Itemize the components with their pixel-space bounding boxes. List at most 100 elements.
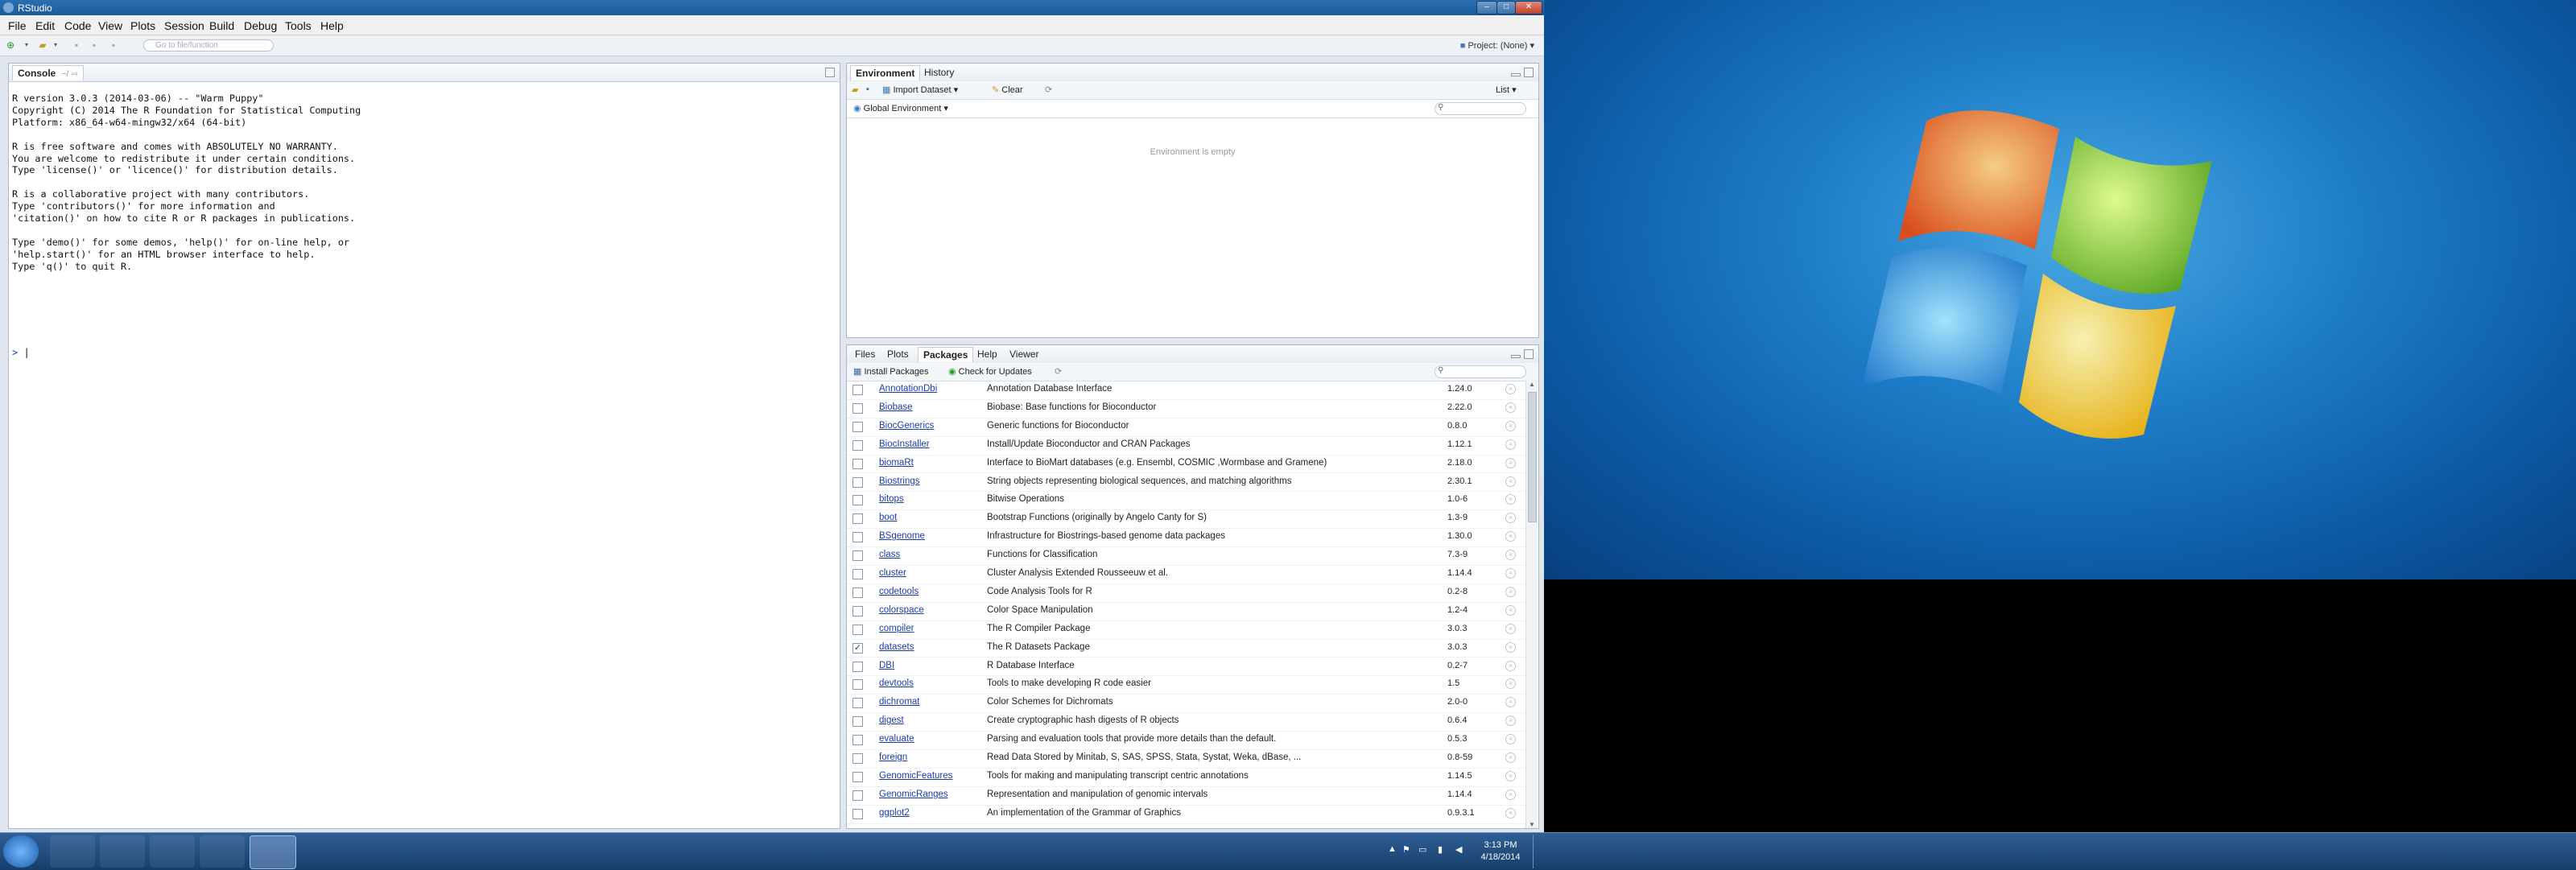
print-icon[interactable]: ▪ [108,39,119,51]
internet-explorer-icon[interactable] [50,835,95,868]
tab-plots[interactable]: Plots [882,347,914,361]
remove-package-icon[interactable]: × [1505,586,1516,597]
menu-edit[interactable]: Edit [35,19,55,32]
minimize-button[interactable]: – [1476,1,1497,14]
package-load-checkbox[interactable] [852,439,863,451]
rstudio-taskbar-icon[interactable] [250,835,296,869]
open-recent-dropdown-icon[interactable]: ▾ [50,39,61,51]
package-name-link[interactable]: devtools [879,678,914,688]
remove-package-icon[interactable]: × [1505,678,1516,690]
package-load-checkbox[interactable] [852,624,863,635]
menu-session[interactable]: Session [164,19,204,32]
menu-debug[interactable]: Debug [244,19,277,32]
package-name-link[interactable]: boot [879,513,897,522]
package-name-link[interactable]: GenomicRanges [879,790,948,799]
remove-package-icon[interactable]: × [1505,660,1516,671]
go-to-file-input[interactable]: Go to file/function [143,39,274,52]
volume-icon[interactable]: ◀ [1455,844,1462,855]
package-load-checkbox[interactable] [852,698,863,709]
system-clock[interactable]: 3:13 PM 4/18/2014 [1476,839,1525,864]
remove-package-icon[interactable]: × [1505,494,1516,505]
remove-package-icon[interactable]: × [1505,789,1516,800]
refresh-packages-icon[interactable]: ⟳ [1055,366,1062,377]
scroll-up-icon[interactable]: ▲ [1529,381,1535,388]
tab-packages[interactable]: Packages [918,347,974,362]
package-name-link[interactable]: Biobase [879,402,913,412]
packages-scrollbar[interactable]: ▲ ▼ [1525,381,1538,828]
env-minimize-icon[interactable] [1511,73,1521,76]
save-workspace-icon[interactable]: ▪ [866,85,869,94]
package-name-link[interactable]: BiocInstaller [879,439,930,449]
package-load-checkbox[interactable] [852,532,863,543]
package-load-checkbox[interactable] [852,513,863,525]
menu-code[interactable]: Code [64,19,91,32]
remove-package-icon[interactable]: × [1505,476,1516,487]
package-name-link[interactable]: AnnotationDbi [879,384,937,394]
tab-viewer[interactable]: Viewer [1005,347,1043,361]
package-name-link[interactable]: foreign [879,752,907,762]
package-load-checkbox[interactable] [852,587,863,598]
remove-package-icon[interactable]: × [1505,550,1516,561]
package-load-checkbox[interactable] [852,808,863,819]
network-icon[interactable]: ▮ [1438,844,1443,855]
pkg-minimize-icon[interactable] [1511,355,1521,358]
package-name-link[interactable]: dichromat [879,697,920,707]
package-load-checkbox[interactable] [852,385,863,395]
keyboard-icon[interactable]: ▭ [1418,844,1426,855]
start-button[interactable] [3,835,39,868]
pkg-maximize-icon[interactable] [1524,349,1534,359]
remove-package-icon[interactable]: × [1505,641,1516,653]
package-load-checkbox[interactable] [852,458,863,469]
import-dataset-button[interactable]: ▦ Import Dataset ▾ [882,85,958,95]
remove-package-icon[interactable]: × [1505,604,1516,616]
package-name-link[interactable]: evaluate [879,734,914,744]
remove-package-icon[interactable]: × [1505,513,1516,524]
package-name-link[interactable]: Biostrings [879,476,920,486]
global-environment-dropdown[interactable]: ◉ Global Environment ▾ [853,103,948,113]
list-mode-dropdown[interactable]: List ▾ [1496,85,1517,95]
clear-button[interactable]: ✎ Clear [992,85,1023,95]
package-name-link[interactable]: BiocGenerics [879,421,934,431]
remove-package-icon[interactable]: × [1505,531,1516,542]
show-desktop-button[interactable] [1533,835,1543,868]
package-load-checkbox[interactable] [852,716,863,728]
packages-search-input[interactable]: ⚲ [1435,365,1526,378]
menu-view[interactable]: View [98,19,122,32]
package-load-checkbox[interactable]: ✓ [852,642,863,654]
package-load-checkbox[interactable] [852,495,863,506]
project-menu[interactable]: ■ Project: (None) ▾ [1460,40,1534,51]
package-load-checkbox[interactable] [852,753,863,764]
package-name-link[interactable]: biomaRt [879,458,914,468]
tab-history[interactable]: History [919,65,959,80]
package-name-link[interactable]: colorspace [879,605,924,615]
new-file-icon[interactable]: ⊕ [5,39,16,51]
package-load-checkbox[interactable] [852,476,863,488]
remove-package-icon[interactable]: × [1505,568,1516,579]
install-packages-button[interactable]: ▦ Install Packages [853,366,929,377]
chrome-icon[interactable] [200,835,245,868]
show-hidden-icons-icon[interactable]: ▲ [1388,844,1397,854]
package-name-link[interactable]: DBI [879,661,894,670]
action-center-icon[interactable]: ⚑ [1402,844,1410,855]
remove-package-icon[interactable]: × [1505,734,1516,745]
package-load-checkbox[interactable] [852,679,863,691]
tab-help[interactable]: Help [972,347,1002,361]
package-name-link[interactable]: digest [879,715,904,725]
package-name-link[interactable]: GenomicFeatures [879,771,952,781]
remove-package-icon[interactable]: × [1505,439,1516,450]
environment-search-input[interactable]: ⚲ [1435,102,1526,115]
console-prompt[interactable]: > | [12,347,30,358]
package-load-checkbox[interactable] [852,605,863,616]
refresh-icon[interactable]: ⟳ [1045,85,1052,95]
package-name-link[interactable]: cluster [879,568,906,578]
menu-file[interactable]: File [8,19,27,32]
remove-package-icon[interactable]: × [1505,402,1516,413]
menu-help[interactable]: Help [320,19,344,32]
package-name-link[interactable]: datasets [879,642,914,652]
save-icon[interactable]: ▪ [71,39,82,51]
load-workspace-icon[interactable]: ▰ [852,85,858,95]
tab-console[interactable]: Console ~/ ⇨ [12,65,85,80]
menu-plots[interactable]: Plots [130,19,155,32]
console-go-to-dir-icon[interactable]: ⇨ [72,70,78,79]
package-name-link[interactable]: bitops [879,494,904,504]
